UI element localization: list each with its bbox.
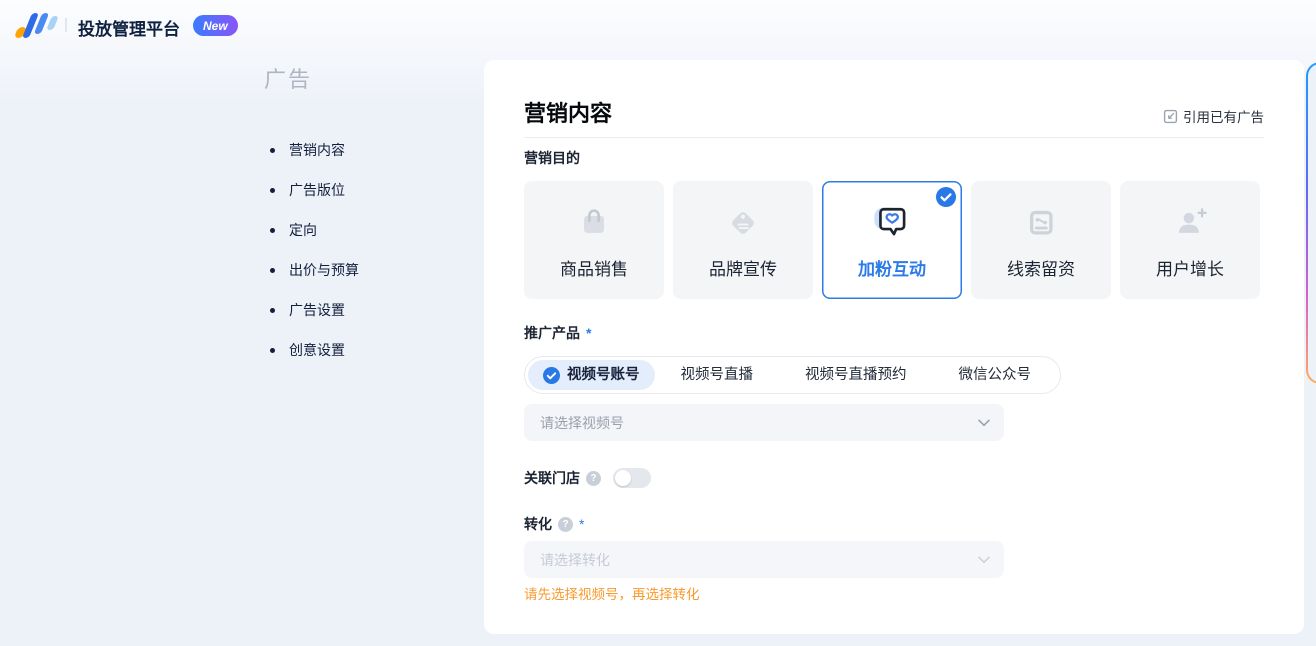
tab-channels-account[interactable]: 视频号账号 [528, 360, 655, 390]
bullet-icon [270, 348, 275, 353]
product-section-label: 推广产品 * [524, 323, 591, 343]
edge-gradient-card [1306, 62, 1316, 384]
store-label: 关联门店 [524, 468, 580, 488]
card-fan-interaction[interactable]: 加粉互动 [822, 181, 962, 299]
user-plus-icon [1168, 201, 1212, 245]
sidebar-item-ad-placement[interactable]: 广告版位 [264, 170, 464, 210]
marketing-content-panel: 营销内容 引用已有广告 营销目的 商品销售 品牌宣 [484, 60, 1304, 634]
sidebar-title: 广告 [264, 62, 464, 94]
sidebar-item-marketing-content[interactable]: 营销内容 [264, 130, 464, 170]
chat-heart-icon [870, 201, 914, 245]
bullet-icon [270, 308, 275, 313]
required-asterisk: * [586, 325, 591, 341]
new-badge: New [193, 15, 238, 36]
reference-existing-ad-link[interactable]: 引用已有广告 [1163, 106, 1264, 126]
toggle-knob [615, 470, 631, 486]
sidebar-item-label: 出价与预算 [289, 260, 359, 280]
page-title: 营销内容 [524, 96, 612, 128]
conversion-warning-text: 请先选择视频号，再选择转化 [524, 583, 700, 603]
sidebar-item-label: 广告设置 [289, 300, 345, 320]
tab-live-reservation[interactable]: 视频号直播预约 [779, 360, 933, 390]
tab-label: 视频号直播 [681, 367, 754, 383]
divider [524, 137, 1264, 138]
top-bar: | 投放管理平台 New [0, 0, 1316, 52]
card-label: 加粉互动 [858, 255, 926, 280]
edge-gradient-card-inner [1308, 64, 1316, 382]
sidebar-item-ad-settings[interactable]: 广告设置 [264, 290, 464, 330]
sidebar-item-label: 创意设置 [289, 340, 345, 360]
step-sidebar: 广告 营销内容 广告版位 定向 出价与预算 广告设置 创意设置 [264, 62, 464, 370]
lead-form-icon [1019, 201, 1063, 245]
chevron-down-icon [978, 419, 990, 427]
channels-account-select[interactable]: 请选择视频号 [524, 404, 1004, 441]
card-brand-promo[interactable]: 品牌宣传 [673, 181, 813, 299]
help-icon[interactable]: ? [586, 471, 601, 486]
help-icon[interactable]: ? [558, 517, 573, 532]
selected-check-icon [936, 187, 956, 207]
card-label: 用户增长 [1156, 255, 1224, 280]
tab-channels-live[interactable]: 视频号直播 [655, 360, 780, 390]
tab-label: 微信公众号 [959, 367, 1032, 383]
store-toggle[interactable] [613, 468, 651, 488]
reference-link-label: 引用已有广告 [1183, 106, 1264, 126]
bullet-icon [270, 148, 275, 153]
conversion-label: 转化 [524, 514, 552, 534]
required-asterisk: * [579, 516, 584, 532]
logo-separator: | [64, 16, 68, 33]
select-placeholder: 请选择转化 [540, 550, 978, 570]
bullet-icon [270, 268, 275, 273]
brand-logo-icon [14, 10, 60, 42]
purpose-card-group: 商品销售 品牌宣传 [524, 181, 1260, 299]
sidebar-item-label: 定向 [289, 220, 317, 240]
app-title: 投放管理平台 [78, 15, 180, 40]
card-label: 商品销售 [560, 255, 628, 280]
card-product-sales[interactable]: 商品销售 [524, 181, 664, 299]
bullet-icon [270, 228, 275, 233]
sidebar-item-label: 营销内容 [289, 140, 345, 160]
select-placeholder: 请选择视频号 [540, 413, 978, 433]
sidebar-list: 营销内容 广告版位 定向 出价与预算 广告设置 创意设置 [264, 130, 464, 370]
sidebar-item-bid-budget[interactable]: 出价与预算 [264, 250, 464, 290]
card-label: 品牌宣传 [709, 255, 777, 280]
card-user-growth[interactable]: 用户增长 [1120, 181, 1260, 299]
card-label: 线索留资 [1007, 255, 1075, 280]
sidebar-item-label: 广告版位 [289, 180, 345, 200]
tab-check-icon [543, 367, 560, 384]
reference-edit-icon [1163, 109, 1178, 124]
conversion-select[interactable]: 请选择转化 [524, 541, 1004, 578]
tab-wechat-official[interactable]: 微信公众号 [933, 360, 1058, 390]
tab-label: 视频号账号 [567, 360, 640, 390]
bullet-icon [270, 188, 275, 193]
chevron-down-icon [978, 556, 990, 564]
shopping-bag-icon [572, 201, 616, 245]
sidebar-item-creative-settings[interactable]: 创意设置 [264, 330, 464, 370]
sidebar-item-targeting[interactable]: 定向 [264, 210, 464, 250]
card-lead-gen[interactable]: 线索留资 [971, 181, 1111, 299]
store-row: 关联门店 ? [524, 468, 651, 488]
product-label-text: 推广产品 [524, 323, 580, 343]
price-tag-icon [721, 201, 765, 245]
purpose-section-label: 营销目的 [524, 148, 580, 168]
conversion-label-row: 转化 ? * [524, 514, 584, 534]
tab-label: 视频号直播预约 [805, 367, 907, 383]
product-tab-group: 视频号账号 视频号直播 视频号直播预约 微信公众号 [524, 356, 1061, 394]
